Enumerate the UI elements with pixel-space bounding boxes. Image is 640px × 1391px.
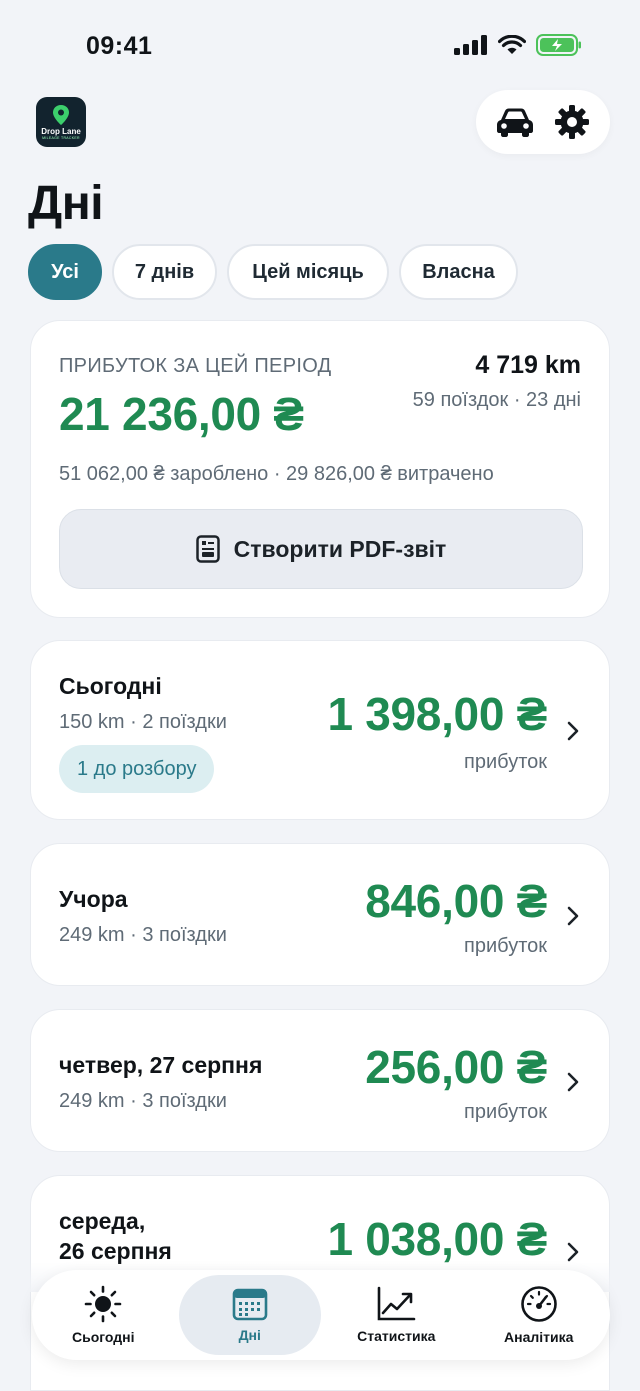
page-title: Дні <box>28 177 104 230</box>
tab-today[interactable]: Сьогодні <box>32 1275 175 1355</box>
day-meta: 249 km · 3 поїздки <box>59 1090 227 1112</box>
status-icons <box>454 34 582 56</box>
wifi-icon <box>498 35 526 54</box>
chart-icon <box>377 1286 416 1321</box>
tab-analytics-label: Аналітика <box>504 1329 574 1345</box>
tab-today-label: Сьогодні <box>71 1329 135 1345</box>
logo-text: Drop Lane <box>41 127 81 136</box>
bottom-tab-bar: Сьогодні Дні Статистика Аналітика <box>32 1270 610 1360</box>
filter-chip-7-days[interactable]: 7 днів <box>112 244 217 300</box>
tab-statistics-label: Статистика <box>357 1328 436 1344</box>
app-logo: Drop Lane MILEAGE TRACKER <box>36 97 86 147</box>
battery-icon <box>536 34 581 56</box>
day-profit-label: прибуток <box>464 935 547 957</box>
period-summary-card: ПРИБУТОК ЗА ЦЕЙ ПЕРІОД 21 236,00 ₴ 4 719… <box>30 320 610 618</box>
chevron-right-icon <box>567 1072 579 1092</box>
car-icon <box>496 108 533 137</box>
location-pin-icon <box>53 105 69 125</box>
status-time: 09:41 <box>86 32 153 60</box>
day-profit-label: прибуток <box>464 751 547 773</box>
logo-subtitle: MILEAGE TRACKER <box>42 136 80 140</box>
chevron-right-icon <box>567 1242 579 1262</box>
top-actions <box>476 90 610 154</box>
review-badge[interactable]: 1 до розбору <box>59 745 215 793</box>
day-profit-label: прибуток <box>464 1101 547 1123</box>
day-card-yesterday[interactable]: Учора 249 km · 3 поїздки 846,00 ₴ прибут… <box>30 843 610 986</box>
day-profit-amount: 1 398,00 ₴ <box>327 688 547 740</box>
day-meta: 249 km · 3 поїздки <box>59 924 227 946</box>
day-profit-amount: 256,00 ₴ <box>365 1041 547 1093</box>
summary-label: ПРИБУТОК ЗА ЦЕЙ ПЕРІОД <box>59 355 332 377</box>
day-title: Сьогодні <box>59 673 162 699</box>
signal-icon <box>454 35 487 55</box>
settings-button[interactable] <box>548 98 596 146</box>
tab-days[interactable]: Дні <box>178 1275 321 1355</box>
summary-profit: 21 236,00 ₴ <box>59 388 304 440</box>
create-pdf-report-button[interactable]: Створити PDF-звіт <box>59 509 583 589</box>
day-title: Учора <box>59 886 128 912</box>
calendar-icon <box>232 1288 268 1321</box>
day-title: четвер, 27 серпня <box>59 1052 263 1078</box>
tab-statistics[interactable]: Статистика <box>325 1275 468 1355</box>
document-icon <box>195 535 220 563</box>
summary-trips-days: 59 поїздок · 23 дні <box>412 389 581 411</box>
day-profit-amount: 1 038,00 ₴ <box>327 1213 547 1265</box>
filter-chip-custom[interactable]: Власна <box>399 244 518 300</box>
create-pdf-report-label: Створити PDF-звіт <box>233 535 447 562</box>
day-title: середа, 26 серпня <box>59 1208 172 1264</box>
summary-distance: 4 719 km <box>475 351 581 379</box>
status-bar: 09:41 <box>0 0 640 90</box>
filter-chip-this-month[interactable]: Цей місяць <box>227 244 389 300</box>
sun-icon <box>84 1285 122 1323</box>
tab-days-label: Дні <box>238 1327 261 1343</box>
day-card-today[interactable]: Сьогодні 150 km · 2 поїздки 1 до розбору… <box>30 640 610 820</box>
vehicle-button[interactable] <box>491 98 539 146</box>
summary-totals: 51 062,00 ₴ зароблено · 29 826,00 ₴ витр… <box>59 463 494 485</box>
chevron-right-icon <box>567 906 579 926</box>
period-filters: Усі 7 днів Цей місяць Власна <box>28 244 518 300</box>
gear-icon <box>554 105 589 139</box>
day-card-thursday-27[interactable]: четвер, 27 серпня 249 km · 3 поїздки 256… <box>30 1009 610 1152</box>
day-profit-amount: 846,00 ₴ <box>365 875 547 927</box>
filter-chip-all[interactable]: Усі <box>28 244 102 300</box>
day-meta: 150 km · 2 поїздки <box>59 711 227 733</box>
gauge-icon <box>520 1286 557 1322</box>
tab-analytics[interactable]: Аналітика <box>468 1275 611 1355</box>
chevron-right-icon <box>567 721 579 741</box>
